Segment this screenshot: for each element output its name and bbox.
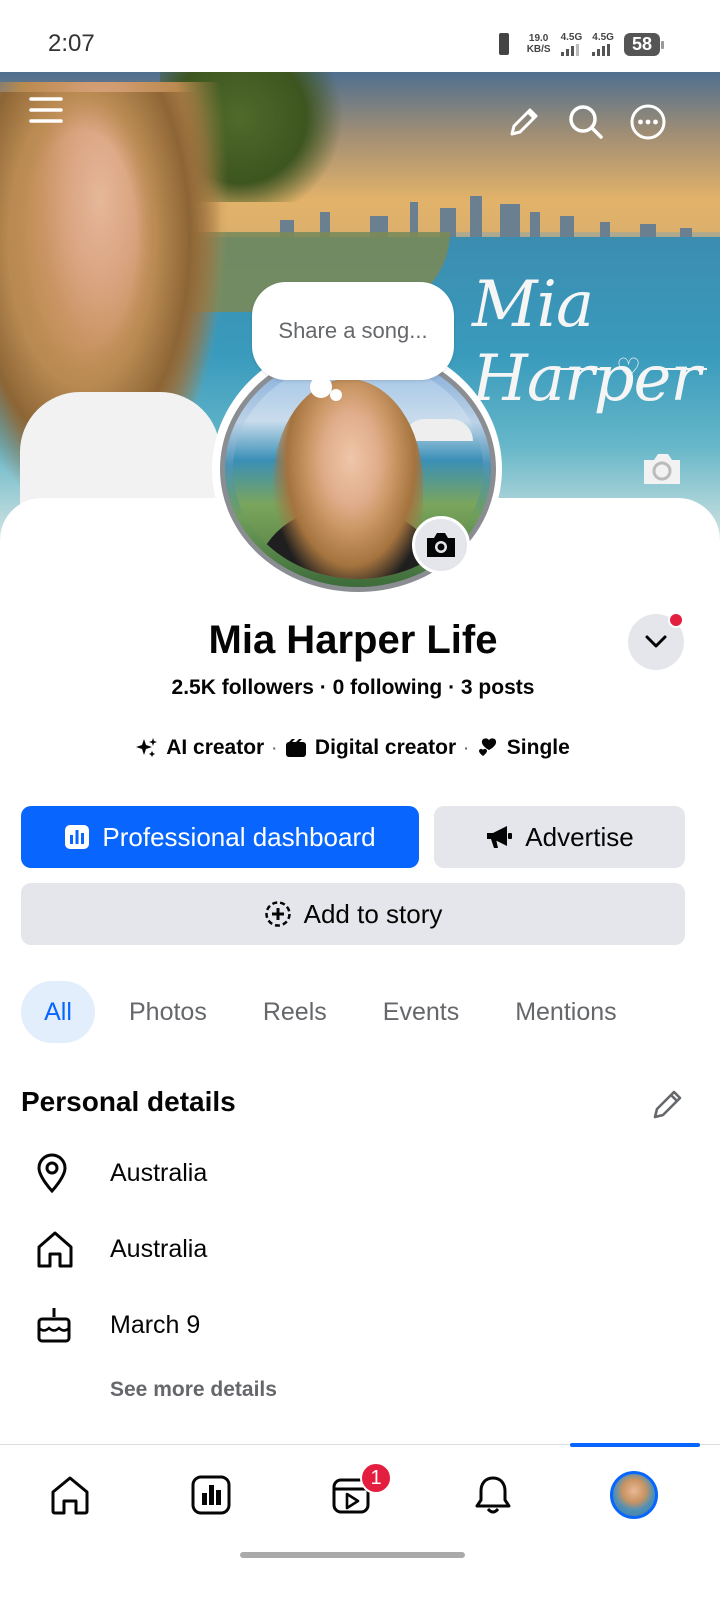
tab-events[interactable]: Events: [363, 981, 479, 1043]
cover-toolbar: [0, 72, 720, 182]
profile-name: Mia Harper Life: [208, 618, 498, 662]
nav-dashboard-icon[interactable]: [181, 1465, 241, 1525]
hearts-icon: [478, 738, 496, 756]
add-to-story-button[interactable]: Add to story: [21, 883, 685, 945]
cover-heart-divider: ♡: [550, 352, 708, 385]
tag-single: Single: [477, 736, 570, 760]
dashboard-icon: [65, 825, 90, 849]
sparkle-icon: [136, 738, 158, 757]
detail-text: Australia: [110, 1158, 208, 1187]
tab-reels[interactable]: Reels: [243, 981, 347, 1043]
bubble-tail-dot-small: [330, 389, 342, 401]
personal-details-title: Personal details: [21, 1086, 236, 1117]
separator: ·: [464, 740, 469, 756]
menu-icon[interactable]: [24, 88, 68, 132]
signal-label-2: 4.5G: [592, 31, 614, 43]
nav-notifications-icon[interactable]: [463, 1465, 523, 1525]
cover-script-text: Mia Harper: [472, 268, 701, 416]
dashboard-label: Professional dashboard: [102, 821, 376, 852]
tag-ai-creator: AI creator: [136, 736, 264, 760]
battery-indicator: 58: [623, 32, 665, 56]
status-time: 2:07: [48, 30, 95, 57]
profile-name-row: Mia Harper Life: [0, 618, 706, 663]
detail-row-location: Australia: [21, 1148, 681, 1198]
status-bar: 2:07 19.0 KB/S 4.5G 4.5G 58: [0, 0, 720, 72]
bubble-tail-dot: [310, 376, 332, 398]
share-song-bubble[interactable]: Share a song...: [252, 282, 454, 380]
profile-avatar: [610, 1471, 658, 1519]
detail-row-birthday: March 9: [21, 1300, 681, 1350]
tag-digital-creator: Digital creator: [285, 736, 456, 760]
notification-dot: [668, 612, 684, 628]
edit-icon[interactable]: [502, 100, 546, 144]
video-badge: 1: [360, 1462, 392, 1494]
advertise-button[interactable]: Advertise: [434, 806, 685, 868]
megaphone-icon: [487, 826, 513, 848]
signal-icon: 4.5G: [560, 31, 583, 56]
active-tab-indicator: [570, 1443, 700, 1447]
tab-all[interactable]: All: [21, 981, 95, 1043]
tag-label: AI creator: [166, 736, 265, 759]
profile-stats[interactable]: 2.5K followers · 0 following · 3 posts: [0, 676, 706, 700]
signal-icon-2: 4.5G: [592, 31, 614, 56]
add-story-icon: [264, 901, 291, 927]
profile-tags: AI creator · Digital creator · Single: [0, 736, 706, 760]
add-story-label: Add to story: [303, 898, 443, 929]
cover-camera-icon[interactable]: [640, 448, 684, 488]
heart-icon: ♡: [616, 353, 642, 384]
network-speed-value: 19.0: [528, 33, 549, 44]
home-icon: [21, 1224, 89, 1274]
network-speed-unit: KB/S: [526, 44, 551, 55]
bottom-navigation: [0, 1443, 720, 1544]
vibrate-icon: [491, 32, 517, 56]
location-pin-icon: [21, 1148, 89, 1198]
advertise-label: Advertise: [525, 821, 634, 852]
detail-row-hometown: Australia: [21, 1224, 681, 1274]
professional-dashboard-button[interactable]: Professional dashboard: [21, 806, 419, 868]
tab-photos[interactable]: Photos: [109, 981, 227, 1043]
more-options-icon[interactable]: [626, 100, 670, 144]
clapper-icon: [285, 739, 306, 757]
tag-label: Digital creator: [314, 736, 457, 759]
avatar-face: [273, 379, 423, 579]
search-icon[interactable]: [564, 100, 608, 144]
tab-mentions[interactable]: Mentions: [495, 981, 636, 1043]
home-indicator[interactable]: [240, 1552, 465, 1558]
chevron-down-icon: [645, 635, 667, 648]
edit-details-icon[interactable]: [650, 1086, 686, 1122]
see-more-details-link[interactable]: See more details: [110, 1378, 277, 1402]
status-indicators: 19.0 KB/S 4.5G 4.5G 58: [491, 31, 665, 56]
network-speed: 19.0 KB/S: [527, 33, 551, 55]
camera-icon[interactable]: [412, 516, 470, 574]
nav-profile-avatar[interactable]: [604, 1465, 664, 1525]
detail-text: Australia: [110, 1234, 208, 1263]
nav-home-icon[interactable]: [40, 1465, 100, 1525]
profile-tabs: All Photos Reels Events Mentions: [21, 981, 653, 1043]
tag-label: Single: [506, 736, 570, 759]
share-song-label: Share a song...: [278, 318, 428, 343]
birthday-cake-icon: [21, 1300, 89, 1350]
detail-text: March 9: [110, 1310, 201, 1339]
separator: ·: [272, 740, 277, 756]
signal-label-1: 4.5G: [560, 31, 583, 43]
